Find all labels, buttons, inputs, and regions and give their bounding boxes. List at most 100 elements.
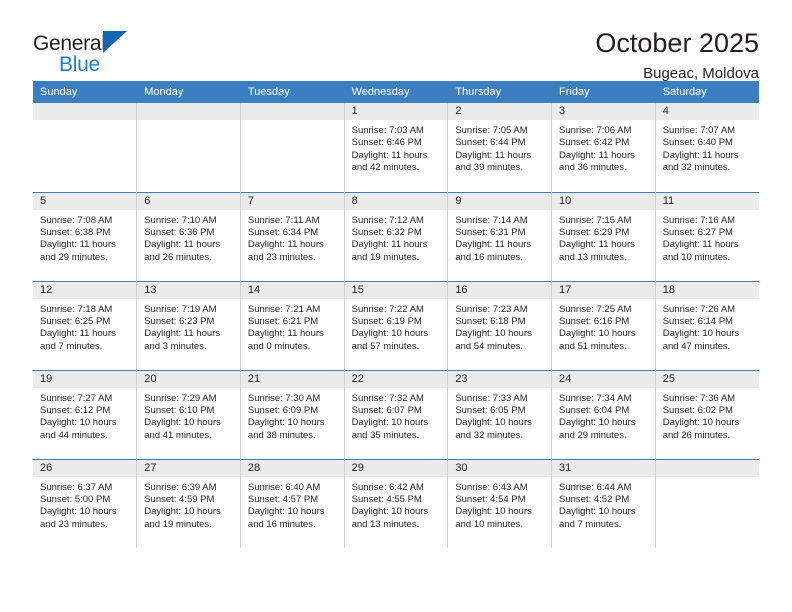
daylight-duration-line1: Daylight: 10 hours [455, 328, 532, 340]
daylight-duration-line2: and 29 minutes. [40, 251, 108, 263]
sunset-time: Sunset: 4:59 PM [144, 493, 215, 505]
sunrise-time: Sunrise: 7:19 AM [144, 303, 217, 315]
day-number: 7 [240, 192, 344, 210]
calendar-day-cell[interactable]: 17 Sunrise: 7:25 AM Sunset: 6:16 PM Dayligh… [551, 280, 656, 370]
calendar-day-cell[interactable]: 24 Sunrise: 7:34 AM Sunset: 6:04 PM Dayligh… [551, 369, 656, 459]
day-number: 19 [33, 370, 137, 388]
calendar-day-cell[interactable]: 18 Sunrise: 7:26 AM Sunset: 6:14 PM Dayligh… [654, 280, 759, 370]
calendar-day-cell[interactable]: 13 Sunrise: 7:19 AM Sunset: 6:23 PM Dayligh… [136, 280, 241, 370]
daylight-duration-line2: and 19 minutes. [351, 251, 420, 263]
calendar-day-cell[interactable]: 26 Sunrise: 6:37 AM Sunset: 5:00 PM Dayligh… [33, 458, 137, 548]
day-details: Sunrise: 6:42 AM Sunset: 4:55 PM Daylight:… [345, 477, 448, 532]
sunset-time: Sunset: 6:34 PM [247, 226, 319, 238]
calendar-day-cell[interactable]: 5 Sunrise: 7:08 AM Sunset: 6:38 PM Daylight… [33, 191, 137, 281]
daylight-duration-line2: and 13 minutes. [559, 251, 627, 263]
day-number: 8 [344, 192, 448, 210]
daylight-duration-line1: Daylight: 10 hours [559, 328, 636, 340]
weekday-header-thursday: Thursday [447, 81, 553, 103]
calendar-day-cell[interactable]: 4 Sunrise: 7:07 AM Sunset: 6:40 PM Daylight… [654, 103, 759, 192]
sunrise-time: Sunrise: 7:26 AM [662, 303, 736, 315]
calendar-day-cell[interactable]: 30 Sunrise: 6:43 AM Sunset: 4:54 PM Dayligh… [447, 458, 552, 548]
daylight-duration-line1: Daylight: 10 hours [144, 417, 221, 429]
calendar-day-cell[interactable]: 14 Sunrise: 7:21 AM Sunset: 6:21 PM Dayligh… [239, 280, 345, 370]
calendar-day-cell[interactable]: 25 Sunrise: 7:36 AM Sunset: 6:02 PM Dayligh… [654, 369, 759, 459]
sunrise-time: Sunrise: 7:11 AM [247, 214, 320, 226]
calendar-day-cell[interactable]: 28 Sunrise: 6:40 AM Sunset: 4:57 PM Dayligh… [239, 458, 345, 548]
sunrise-time: Sunrise: 7:27 AM [40, 392, 113, 404]
day-details: Sunrise: 7:19 AM Sunset: 6:23 PM Daylight:… [137, 299, 240, 354]
day-number: 16 [448, 281, 552, 299]
page-subtitle: Bugeac, Moldova [643, 65, 759, 82]
sunrise-time: Sunrise: 7:05 AM [455, 125, 528, 136]
calendar-day-cell[interactable]: 3 Sunrise: 7:06 AM Sunset: 6:42 PM Daylight… [551, 103, 656, 192]
day-number: 10 [552, 192, 655, 210]
calendar-day-cell[interactable]: 7 Sunrise: 7:11 AM Sunset: 6:34 PM Daylight… [239, 191, 345, 281]
daylight-duration-line2: and 26 minutes. [662, 429, 731, 441]
calendar-day-cell[interactable]: 11 Sunrise: 7:16 AM Sunset: 6:27 PM Dayligh… [654, 191, 759, 281]
daylight-duration-line1: Daylight: 11 hours [662, 149, 739, 161]
daylight-duration-line2: and 51 minutes. [559, 340, 627, 352]
daylight-duration-line1: Daylight: 10 hours [662, 417, 740, 429]
daylight-duration-line1: Daylight: 10 hours [351, 328, 429, 340]
sunset-time: Sunset: 4:55 PM [351, 493, 422, 505]
calendar-day-cell[interactable]: 9 Sunrise: 7:14 AM Sunset: 6:31 PM Daylight… [447, 191, 552, 281]
daylight-duration-line2: and 10 minutes. [662, 251, 731, 263]
sunset-time: Sunset: 6:05 PM [455, 404, 526, 416]
calendar-day-cell-empty [654, 458, 759, 548]
day-number: 2 [448, 103, 552, 120]
daylight-duration-line1: Daylight: 11 hours [455, 149, 532, 161]
calendar-day-cell[interactable]: 6 Sunrise: 7:10 AM Sunset: 6:36 PM Daylight… [136, 191, 241, 281]
calendar-day-cell[interactable]: 22 Sunrise: 7:32 AM Sunset: 6:07 PM Dayligh… [343, 369, 448, 459]
calendar-day-cell[interactable]: 10 Sunrise: 7:15 AM Sunset: 6:29 PM Dayligh… [551, 191, 656, 281]
daylight-duration-line1: Daylight: 10 hours [351, 417, 429, 429]
daylight-duration-line2: and 38 minutes. [247, 429, 316, 441]
calendar-day-cell[interactable]: 8 Sunrise: 7:12 AM Sunset: 6:32 PM Daylight… [343, 191, 448, 281]
day-number: 30 [448, 459, 552, 477]
weekday-header-wednesday: Wednesday [344, 81, 449, 103]
sunset-time: Sunset: 6:38 PM [40, 226, 111, 238]
daylight-duration-line2: and 10 minutes. [455, 518, 523, 530]
logo-top-row: General [33, 31, 153, 54]
sunset-time: Sunset: 6:16 PM [559, 315, 630, 327]
daylight-duration-line1: Daylight: 10 hours [40, 417, 117, 429]
day-details: Sunrise: 7:10 AM Sunset: 6:36 PM Daylight:… [137, 210, 240, 265]
calendar-day-cell[interactable]: 31 Sunrise: 6:44 AM Sunset: 4:52 PM Dayligh… [551, 458, 656, 548]
calendar-header-row: Sunday Monday Tuesday Wednesday Thursday… [33, 81, 760, 103]
day-details: Sunrise: 7:03 AM Sunset: 6:46 PM Daylight:… [345, 120, 448, 175]
calendar-day-cell[interactable]: 16 Sunrise: 7:23 AM Sunset: 6:18 PM Dayligh… [447, 280, 552, 370]
calendar-day-cell[interactable]: 29 Sunrise: 6:42 AM Sunset: 4:55 PM Dayligh… [343, 458, 448, 548]
day-details: Sunrise: 7:30 AM Sunset: 6:09 PM Daylight:… [241, 388, 344, 443]
calendar-day-cell[interactable]: 20 Sunrise: 7:29 AM Sunset: 6:10 PM Dayligh… [136, 369, 241, 459]
weekday-header-sunday: Sunday [33, 81, 138, 103]
calendar-day-cell[interactable]: 23 Sunrise: 7:33 AM Sunset: 6:05 PM Dayligh… [447, 369, 552, 459]
calendar-day-cell[interactable]: 21 Sunrise: 7:30 AM Sunset: 6:09 PM Dayligh… [239, 369, 345, 459]
calendar-day-cell[interactable]: 1 Sunrise: 7:03 AM Sunset: 6:46 PM Daylight… [343, 103, 448, 192]
calendar-day-cell[interactable]: 2 Sunrise: 7:05 AM Sunset: 6:44 PM Daylight… [447, 103, 552, 192]
calendar-day-cell-empty [239, 103, 345, 192]
calendar-day-cell[interactable]: 12 Sunrise: 7:18 AM Sunset: 6:25 PM Dayligh… [33, 280, 137, 370]
sunset-time: Sunset: 6:23 PM [144, 315, 215, 327]
day-number: 3 [552, 103, 655, 120]
daylight-duration-line1: Daylight: 11 hours [662, 239, 739, 251]
day-number [655, 459, 759, 477]
daylight-duration-line2: and 39 minutes. [455, 162, 523, 174]
general-blue-logo[interactable]: General Blue [33, 28, 153, 76]
day-number: 24 [552, 370, 655, 388]
daylight-duration-line1: Daylight: 10 hours [455, 417, 532, 429]
logo-text-blue: Blue [59, 53, 100, 76]
day-number: 21 [240, 370, 344, 388]
day-number: 14 [240, 281, 344, 299]
sunrise-time: Sunrise: 6:40 AM [247, 481, 321, 493]
sunrise-time: Sunrise: 7:18 AM [40, 303, 113, 315]
sunrise-time: Sunrise: 7:22 AM [351, 303, 424, 315]
day-number: 1 [344, 103, 448, 120]
day-details: Sunrise: 7:16 AM Sunset: 6:27 PM Daylight:… [656, 210, 759, 265]
calendar-day-cell[interactable]: 15 Sunrise: 7:22 AM Sunset: 6:19 PM Dayligh… [343, 280, 448, 370]
day-details: Sunrise: 7:07 AM Sunset: 6:40 PM Daylight:… [656, 120, 759, 175]
sunrise-time: Sunrise: 7:23 AM [455, 303, 528, 315]
calendar-day-cell[interactable]: 19 Sunrise: 7:27 AM Sunset: 6:12 PM Dayligh… [33, 369, 137, 459]
calendar-week-row: 26 Sunrise: 6:37 AM Sunset: 5:00 PM Dayligh… [33, 458, 759, 548]
daylight-duration-line1: Daylight: 10 hours [662, 328, 740, 340]
calendar-week-row: 5 Sunrise: 7:08 AM Sunset: 6:38 PM Daylight… [33, 191, 759, 281]
calendar-day-cell[interactable]: 27 Sunrise: 6:39 AM Sunset: 4:59 PM Dayligh… [136, 458, 241, 548]
